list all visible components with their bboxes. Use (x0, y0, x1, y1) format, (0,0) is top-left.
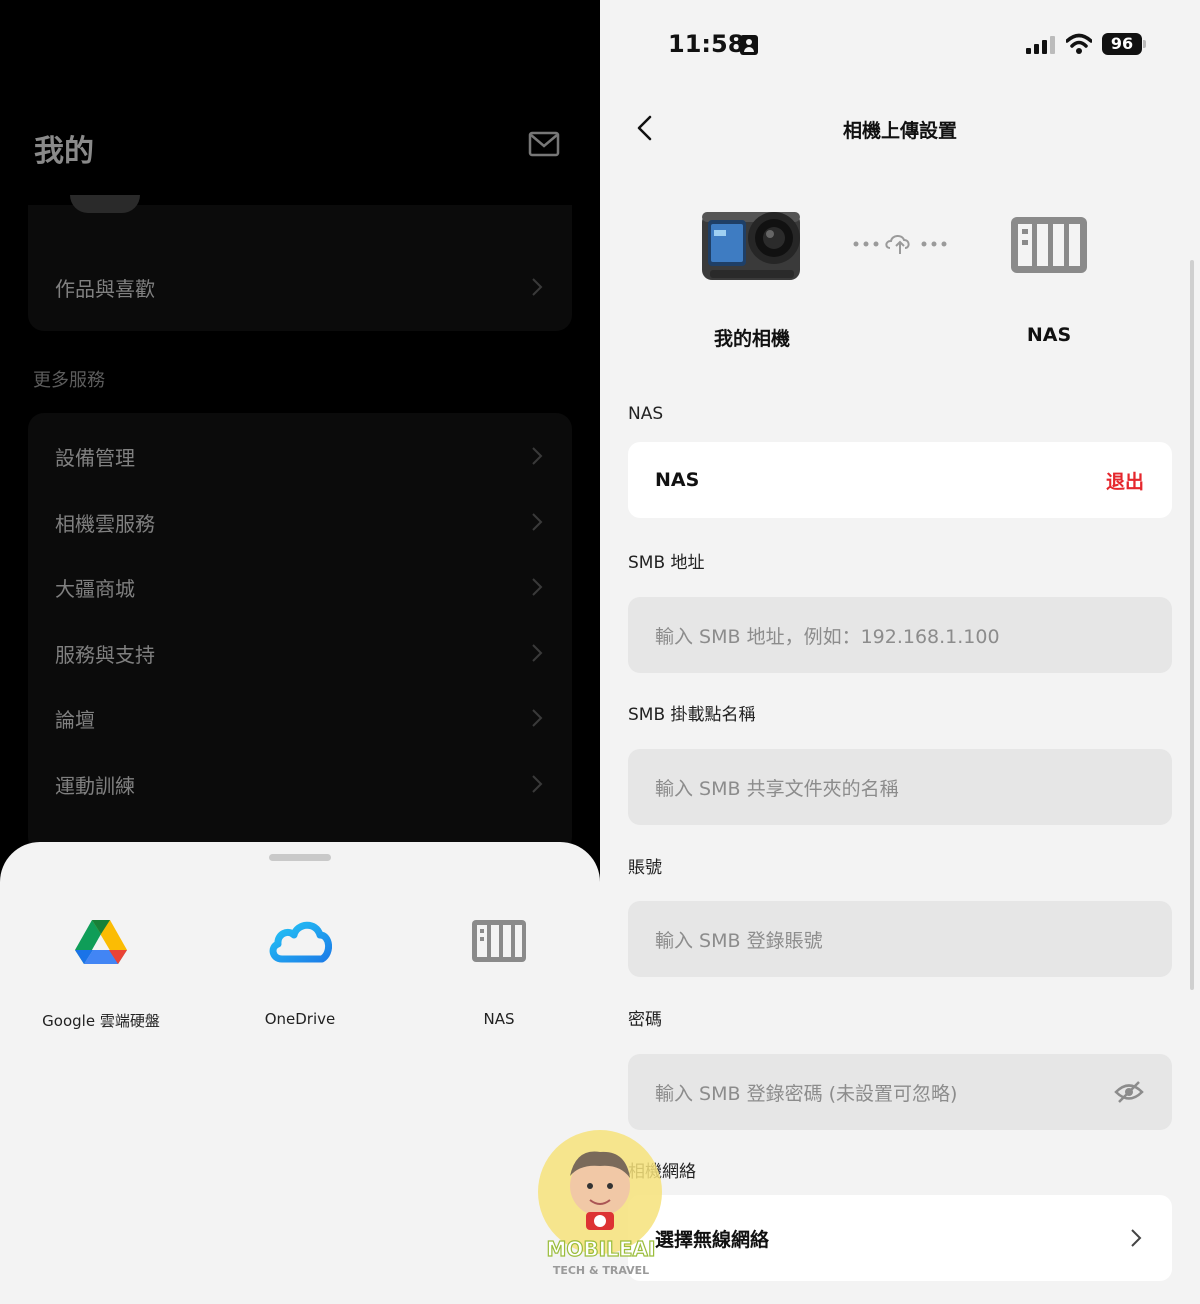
chevron-right-icon (532, 447, 543, 465)
page-title: 我的 (34, 134, 94, 169)
battery-tip (1143, 40, 1146, 48)
placeholder: 輸入 SMB 共享文件夾的名稱 (655, 777, 899, 800)
option-label: NAS (483, 1010, 515, 1028)
placeholder: 輸入 SMB 登錄賬號 (655, 929, 823, 952)
chevron-right-icon (532, 278, 543, 296)
chevron-right-icon (532, 709, 543, 727)
password-input[interactable]: 輸入 SMB 登錄密碼 (未設置可忽略) (628, 1054, 1172, 1130)
wifi-icon (1066, 33, 1092, 54)
scrollbar[interactable] (1190, 260, 1194, 990)
logout-button[interactable]: 退出 (1106, 467, 1144, 494)
option-label: OneDrive (264, 1010, 336, 1028)
nas-icon (1011, 217, 1087, 273)
nas-icon (472, 920, 526, 962)
option-google-drive[interactable]: Google 雲端硬盤 (1, 914, 201, 1031)
status-time: 11:58 (668, 30, 745, 58)
smb-mount-input[interactable]: 輸入 SMB 共享文件夾的名稱 (628, 749, 1172, 825)
profile-screen: 我的 作品與喜歡 更多服務 設備管理 相機雲服務 大疆商城 服務與支持 論壇 運… (0, 0, 600, 1304)
nas-account-row: NAS 退出 (628, 442, 1172, 518)
action-camera-icon (702, 212, 800, 280)
smb-address-input[interactable]: 輸入 SMB 地址，例如：192.168.1.100 (628, 597, 1172, 673)
chevron-right-icon (532, 513, 543, 531)
section-label: 更多服務 (33, 370, 105, 391)
wifi-select-label: 選擇無線網絡 (655, 1228, 770, 1251)
placeholder: 輸入 SMB 地址，例如：192.168.1.100 (655, 625, 1000, 648)
password-label: 密碼 (628, 1010, 662, 1030)
account-label: 賬號 (628, 858, 662, 878)
onedrive-icon (269, 921, 332, 963)
upload-link-icon (853, 235, 947, 254)
row-label: 作品與喜歡 (55, 276, 155, 301)
option-onedrive[interactable]: OneDrive (200, 914, 400, 1028)
row-label: 相機雲服務 (55, 511, 155, 536)
nas-section-label: NAS (628, 404, 664, 424)
contact-card-icon (740, 35, 758, 55)
nas-caption: NAS (1026, 324, 1072, 346)
row-label: 設備管理 (55, 445, 135, 470)
placeholder: 輸入 SMB 登錄密碼 (未設置可忽略) (655, 1082, 958, 1105)
svg-text:TECH & TRAVEL: TECH & TRAVEL (553, 1264, 649, 1277)
row-label: 服務與支持 (55, 642, 155, 667)
service-row-store[interactable]: 大疆商城 (28, 556, 572, 618)
camera-caption: 我的相機 (713, 328, 790, 350)
svg-text:MOBILEAI: MOBILEAI (547, 1237, 656, 1261)
watermark-logo: MOBILEAI TECH & TRAVEL (538, 1130, 662, 1277)
service-row-device[interactable]: 設備管理 (28, 425, 572, 487)
wifi-select-row[interactable]: 選擇無線網絡 (628, 1195, 1172, 1281)
smb-address-label: SMB 地址 (628, 553, 705, 573)
camera-upload-settings-screen: 11:58 96 相機上傳設置 我的相機 NAS NAS NAS 退出 SMB … (600, 0, 1200, 1304)
chevron-right-icon (532, 644, 543, 662)
chevron-right-icon (1131, 1229, 1142, 1247)
sheet-grabber[interactable] (269, 854, 331, 861)
google-drive-icon (75, 920, 127, 964)
row-label: 運動訓練 (55, 773, 135, 798)
page-title: 相機上傳設置 (842, 120, 957, 142)
service-row-cloud[interactable]: 相機雲服務 (28, 491, 572, 553)
service-row-training[interactable]: 運動訓練 (28, 753, 572, 815)
nas-name: NAS (655, 469, 700, 491)
chevron-right-icon (532, 775, 543, 793)
mail-icon[interactable] (528, 130, 560, 158)
chevron-right-icon (532, 578, 543, 596)
option-nas[interactable]: NAS (399, 914, 599, 1028)
smb-mount-label: SMB 掛載點名稱 (628, 705, 756, 725)
avatar[interactable] (70, 195, 140, 213)
option-label: Google 雲端硬盤 (42, 1012, 160, 1030)
hide-password-icon[interactable] (1114, 1080, 1144, 1104)
service-row-forum[interactable]: 論壇 (28, 687, 572, 749)
cellular-signal-icon (1026, 36, 1055, 54)
row-label: 論壇 (55, 707, 95, 732)
works-and-likes-row[interactable]: 作品與喜歡 (28, 256, 572, 318)
service-row-support[interactable]: 服務與支持 (28, 622, 572, 684)
account-input[interactable]: 輸入 SMB 登錄賬號 (628, 901, 1172, 977)
row-label: 大疆商城 (55, 576, 135, 601)
upload-target-sheet: Google 雲端硬盤 OneDrive NAS (0, 842, 600, 1304)
battery-indicator: 96 (1102, 33, 1142, 55)
